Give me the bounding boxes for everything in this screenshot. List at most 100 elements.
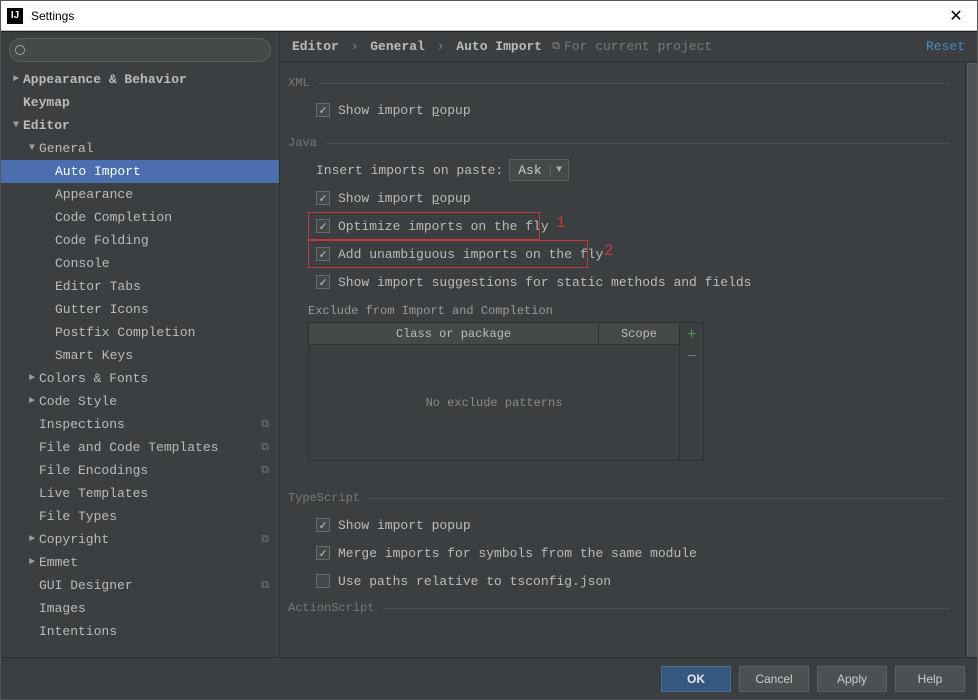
tree-item-label: Live Templates — [39, 486, 148, 501]
tree-item-label: File Encodings — [39, 463, 148, 478]
copy-scope-icon: ⧉ — [261, 465, 269, 477]
remove-icon[interactable]: − — [683, 349, 701, 367]
tree-item-label: Copyright — [39, 532, 109, 547]
tree-item-emmet[interactable]: ►Emmet — [1, 551, 279, 574]
java-add-unambiguous[interactable]: Add unambiguous imports on the fly — [316, 242, 949, 266]
help-button[interactable]: Help — [895, 666, 965, 692]
tree-item-gui-designer[interactable]: GUI Designer ⧉ — [1, 574, 279, 597]
main-header: Editor › General › Auto Import ⧉ For cur… — [280, 32, 977, 62]
copy-scope-icon: ⧉ — [261, 580, 269, 592]
tree-item-label: Appearance — [55, 187, 133, 202]
exclude-table-body[interactable]: No exclude patterns — [309, 345, 679, 460]
tree-item-smart-keys[interactable]: Smart Keys — [1, 344, 279, 367]
paste-select[interactable]: Ask ▼ — [509, 159, 568, 181]
checkbox-icon[interactable] — [316, 219, 330, 233]
tree-item-file-encodings[interactable]: File Encodings ⧉ — [1, 459, 279, 482]
java-static-suggestions[interactable]: Show import suggestions for static metho… — [316, 270, 949, 294]
tree-item-label: Inspections — [39, 417, 125, 432]
tree-item-label: GUI Designer — [39, 578, 133, 593]
tree-item-live-templates[interactable]: Live Templates — [1, 482, 279, 505]
copy-scope-icon: ⧉ — [261, 442, 269, 454]
tree-item-label: Images — [39, 601, 86, 616]
exclude-table: Class or package Scope No exclude patter… — [308, 322, 704, 461]
tree-item-copyright[interactable]: ►Copyright⧉ — [1, 528, 279, 551]
tree-item-auto-import[interactable]: Auto Import — [1, 160, 279, 183]
tree-item-label: Editor Tabs — [55, 279, 141, 294]
tree-item-images[interactable]: Images — [1, 597, 279, 620]
tree-item-label: Keymap — [23, 95, 70, 110]
tree-item-label: Intentions — [39, 624, 117, 639]
exclude-label: Exclude from Import and Completion — [308, 304, 949, 318]
chevron-right-icon[interactable]: ► — [25, 396, 39, 407]
main-body: XML Show import popup Java Insert import… — [280, 62, 965, 657]
ts-use-paths-relative[interactable]: Use paths relative to tsconfig.json — [316, 569, 949, 593]
java-optimize-imports[interactable]: Optimize imports on the fly — [316, 214, 949, 238]
window-title: Settings — [31, 9, 941, 23]
tree-item-inspections[interactable]: Inspections⧉ — [1, 413, 279, 436]
chevron-down-icon[interactable]: ▼ — [550, 165, 568, 176]
col-class[interactable]: Class or package — [309, 323, 599, 344]
tree-item-postfix-completion[interactable]: Postfix Completion — [1, 321, 279, 344]
highlight-number-1: 1 — [556, 214, 566, 232]
breadcrumb-sep: › — [347, 39, 363, 54]
chevron-down-icon[interactable]: ▼ — [9, 120, 23, 131]
chevron-right-icon[interactable]: ► — [25, 534, 39, 545]
apply-button[interactable]: Apply — [817, 666, 887, 692]
breadcrumb-auto-import: Auto Import — [456, 39, 542, 54]
highlight-number-2: 2 — [604, 242, 614, 260]
tree-item-editor[interactable]: ▼Editor — [1, 114, 279, 137]
add-icon[interactable]: + — [683, 327, 701, 345]
tree-item-appearance[interactable]: Appearance — [1, 183, 279, 206]
ts-merge-imports[interactable]: Merge imports for symbols from the same … — [316, 541, 949, 565]
tree-item-keymap[interactable]: Keymap — [1, 91, 279, 114]
close-icon[interactable]: ✕ — [941, 1, 971, 31]
checkbox-icon[interactable] — [316, 546, 330, 560]
tree-item-appearance-behavior[interactable]: ►Appearance & Behavior — [1, 68, 279, 91]
chevron-down-icon[interactable]: ▼ — [25, 143, 39, 154]
ok-button[interactable]: OK — [661, 666, 731, 692]
checkbox-icon[interactable] — [316, 574, 330, 588]
dialog-body: ►Appearance & BehaviorKeymap▼Editor▼Gene… — [1, 31, 977, 657]
reset-link[interactable]: Reset — [926, 39, 965, 54]
checkbox-icon[interactable] — [316, 275, 330, 289]
scrollbar[interactable] — [965, 62, 977, 657]
java-show-import-popup[interactable]: Show import popup — [316, 186, 949, 210]
exclude-toolbar: + − — [679, 323, 703, 460]
section-typescript: TypeScript — [288, 491, 949, 505]
tree-item-code-style[interactable]: ►Code Style — [1, 390, 279, 413]
tree-item-code-folding[interactable]: Code Folding — [1, 229, 279, 252]
ts-show-import-popup[interactable]: Show import popup — [316, 513, 949, 537]
tree-item-gutter-icons[interactable]: Gutter Icons — [1, 298, 279, 321]
titlebar: IJ Settings ✕ — [1, 1, 977, 31]
checkbox-icon[interactable] — [316, 103, 330, 117]
xml-show-import-popup[interactable]: Show import popup — [316, 98, 949, 122]
tree-item-label: Appearance & Behavior — [23, 72, 187, 87]
scope-text: For current project — [564, 39, 712, 54]
chevron-right-icon[interactable]: ► — [25, 557, 39, 568]
tree-item-intentions[interactable]: Intentions — [1, 620, 279, 643]
breadcrumb-general[interactable]: General — [370, 39, 425, 54]
tree-item-code-completion[interactable]: Code Completion — [1, 206, 279, 229]
checkbox-icon[interactable] — [316, 191, 330, 205]
chevron-right-icon[interactable]: ► — [25, 373, 39, 384]
tree-item-colors-fonts[interactable]: ►Colors & Fonts — [1, 367, 279, 390]
checkbox-icon[interactable] — [316, 518, 330, 532]
tree-item-file-types[interactable]: File Types — [1, 505, 279, 528]
tree-item-label: Emmet — [39, 555, 78, 570]
tree-item-general[interactable]: ▼General — [1, 137, 279, 160]
chevron-right-icon[interactable]: ► — [9, 74, 23, 85]
tree-item-label: Gutter Icons — [55, 302, 149, 317]
copy-scope-icon: ⧉ — [552, 41, 560, 53]
settings-tree[interactable]: ►Appearance & BehaviorKeymap▼Editor▼Gene… — [1, 66, 279, 657]
breadcrumb-editor[interactable]: Editor — [292, 39, 339, 54]
checkbox-icon[interactable] — [316, 247, 330, 261]
tree-item-label: Smart Keys — [55, 348, 133, 363]
tree-item-console[interactable]: Console — [1, 252, 279, 275]
col-scope[interactable]: Scope — [599, 323, 679, 344]
search-input[interactable] — [9, 38, 271, 62]
tree-item-editor-tabs[interactable]: Editor Tabs — [1, 275, 279, 298]
tree-item-file-and-code-templates[interactable]: File and Code Templates⧉ — [1, 436, 279, 459]
button-bar: OK Cancel Apply Help — [1, 657, 977, 699]
scrollbar-thumb[interactable] — [967, 63, 977, 673]
cancel-button[interactable]: Cancel — [739, 666, 809, 692]
